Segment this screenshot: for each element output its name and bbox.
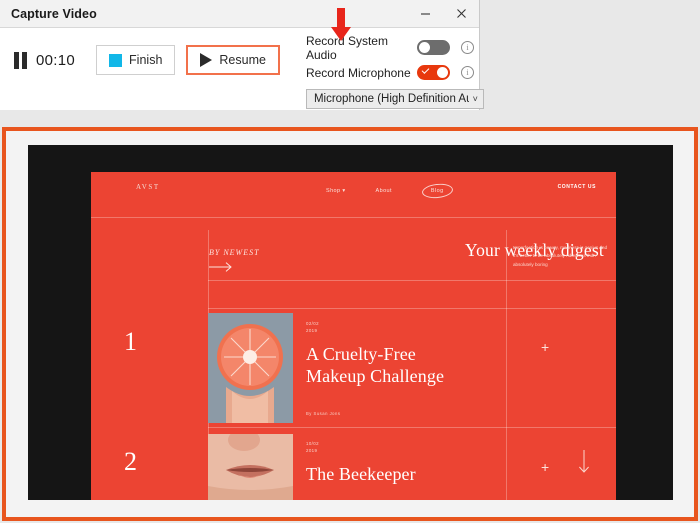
article-title-line1: A Cruelty-Free [306,344,416,364]
microphone-device-value: Microphone (High Definition Aud [313,93,469,105]
article-date: 02/02 2019 [306,320,319,335]
record-microphone-row: Record Microphone i [306,61,484,84]
record-system-audio-toggle[interactable] [416,40,450,55]
info-icon[interactable]: i [460,41,474,54]
article-title[interactable]: A Cruelty-Free Makeup Challenge [306,344,444,388]
close-icon[interactable] [443,0,479,27]
nav-underline [91,217,616,218]
expand-article-icon[interactable]: + [541,460,549,474]
minimize-button[interactable] [407,0,443,27]
chevron-down-icon: ˅ [472,94,478,104]
window-titlebar: Capture Video [0,0,479,28]
capture-region-frame: AVST Shop ▾ About Blog CONTACT US BY NEW… [2,127,698,521]
pause-icon [14,51,27,69]
record-microphone-label: Record Microphone [305,65,411,80]
hero-underline [208,280,616,281]
grid-line-right [506,230,507,500]
nav-item-blog[interactable]: Blog [421,182,454,200]
article-title[interactable]: The Beekeeper [306,464,416,486]
captured-website: AVST Shop ▾ About Blog CONTACT US BY NEW… [91,172,616,500]
record-microphone-toggle[interactable] [416,65,450,80]
toggle-knob [418,42,430,53]
site-nav-links: Shop ▾ About Blog [326,182,454,200]
capture-video-window: Capture Video 00:10 Finish Resume Record… [0,0,484,110]
sort-by-newest-label[interactable]: BY NEWEST [209,248,260,257]
page-title: Capture Video [11,6,97,21]
site-navbar: AVST Shop ▾ About Blog CONTACT US [91,172,616,208]
audio-options: Record System Audio i Record Microphone … [292,28,484,109]
record-system-audio-label: Record System Audio [305,33,388,62]
contact-us-link[interactable]: CONTACT US [558,184,596,190]
article-date-line2: 2019 [306,328,318,334]
window-controls [407,0,479,27]
list-divider [208,427,616,428]
article-title-line1: The Beekeeper [306,464,416,484]
info-icon[interactable]: i [460,66,474,79]
arrow-right-icon[interactable] [209,260,235,272]
article-date-line1: 02/02 [306,321,319,326]
toggle-knob [436,67,448,78]
annotation-arrow-icon [330,8,352,42]
article-date: 10/02 2019 [306,440,319,455]
stop-square-icon [109,53,123,67]
recording-timer: 00:10 [36,51,76,69]
finish-button[interactable]: Finish [96,45,176,75]
article-date-line1: 10/02 [306,441,319,446]
list-top-rule [208,308,616,309]
resume-button[interactable]: Resume [186,45,280,75]
article-byline: By Susan Jons [306,411,341,416]
microphone-device-select[interactable]: Microphone (High Definition Aud ˅ [305,89,484,109]
article-title-line2: Makeup Challenge [306,365,445,386]
article-index: 1 [124,327,137,356]
nav-active-ring [421,182,454,200]
article-thumbnail[interactable] [208,313,293,423]
expand-article-icon[interactable]: + [541,340,549,354]
article-date-line2: 2019 [306,448,318,454]
nav-item-about[interactable]: About [376,188,392,194]
scroll-down-arrow-icon[interactable] [577,450,591,476]
nav-item-shop[interactable]: Shop ▾ [326,188,346,194]
finish-button-label: Finish [129,53,163,67]
play-triangle-icon [200,53,213,67]
resume-button-label: Resume [219,53,266,67]
playback-controls: 00:10 Finish Resume [0,32,280,88]
article-thumbnail[interactable] [208,434,293,500]
captured-video-area: AVST Shop ▾ About Blog CONTACT US BY NEW… [28,145,673,500]
hero-quote: Imperfection is beauty, madness is geniu… [513,245,608,267]
check-icon [421,66,430,74]
site-logo[interactable]: AVST [136,183,160,191]
article-index: 2 [124,447,137,476]
recorder-toolbar: 00:10 Finish Resume Record System Audio … [0,28,484,110]
